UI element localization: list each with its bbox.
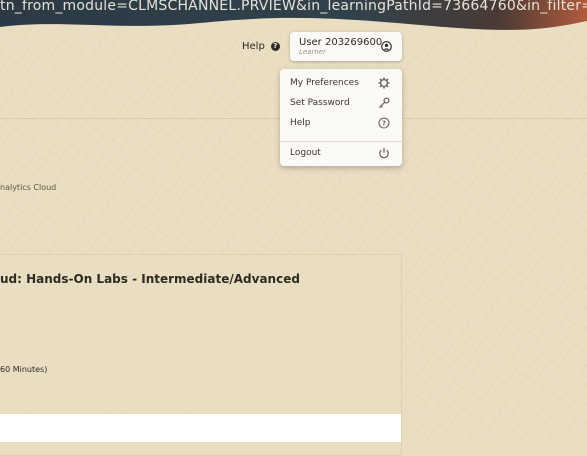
course-duration: 60 Minutes) bbox=[0, 365, 48, 374]
menu-item-help[interactable]: Help ? bbox=[280, 114, 402, 134]
user-circle-icon bbox=[381, 41, 392, 52]
help-link[interactable]: Help ? bbox=[242, 41, 280, 52]
top-banner: tn_from_module=CLMSCHANNEL.PRVIEW&in_lea… bbox=[0, 0, 587, 33]
user-role: Learner bbox=[299, 48, 326, 56]
question-circle-icon: ? bbox=[378, 117, 390, 129]
question-circle-icon: ? bbox=[270, 42, 280, 51]
menu-item-my-preferences[interactable]: My Preferences bbox=[280, 74, 402, 94]
menu-item-label: My Preferences bbox=[290, 78, 359, 88]
power-icon bbox=[379, 147, 389, 159]
svg-text:?: ? bbox=[382, 120, 386, 128]
menu-item-label: Help bbox=[290, 118, 311, 128]
course-title: ud: Hands-On Labs - Intermediate/Advance… bbox=[0, 272, 300, 286]
url-text: tn_from_module=CLMSCHANNEL.PRVIEW&in_lea… bbox=[0, 0, 587, 14]
menu-item-logout[interactable]: Logout bbox=[280, 144, 402, 164]
menu-item-label: Set Password bbox=[290, 98, 350, 108]
menu-item-set-password[interactable]: Set Password bbox=[280, 94, 402, 114]
user-menu-button[interactable]: User 203269600 Learner bbox=[290, 32, 402, 61]
menu-item-label: Logout bbox=[290, 148, 321, 158]
user-name: User 203269600 bbox=[299, 37, 383, 48]
breadcrumb[interactable]: nalytics Cloud bbox=[0, 183, 56, 192]
menu-separator bbox=[280, 141, 402, 142]
gear-icon bbox=[378, 77, 390, 89]
user-dropdown-menu: My Preferences Set Password Help ? Logou… bbox=[280, 69, 402, 166]
help-label: Help bbox=[242, 41, 265, 52]
content-panel bbox=[0, 414, 401, 442]
banner-wave bbox=[0, 17, 587, 33]
key-icon bbox=[379, 97, 390, 108]
